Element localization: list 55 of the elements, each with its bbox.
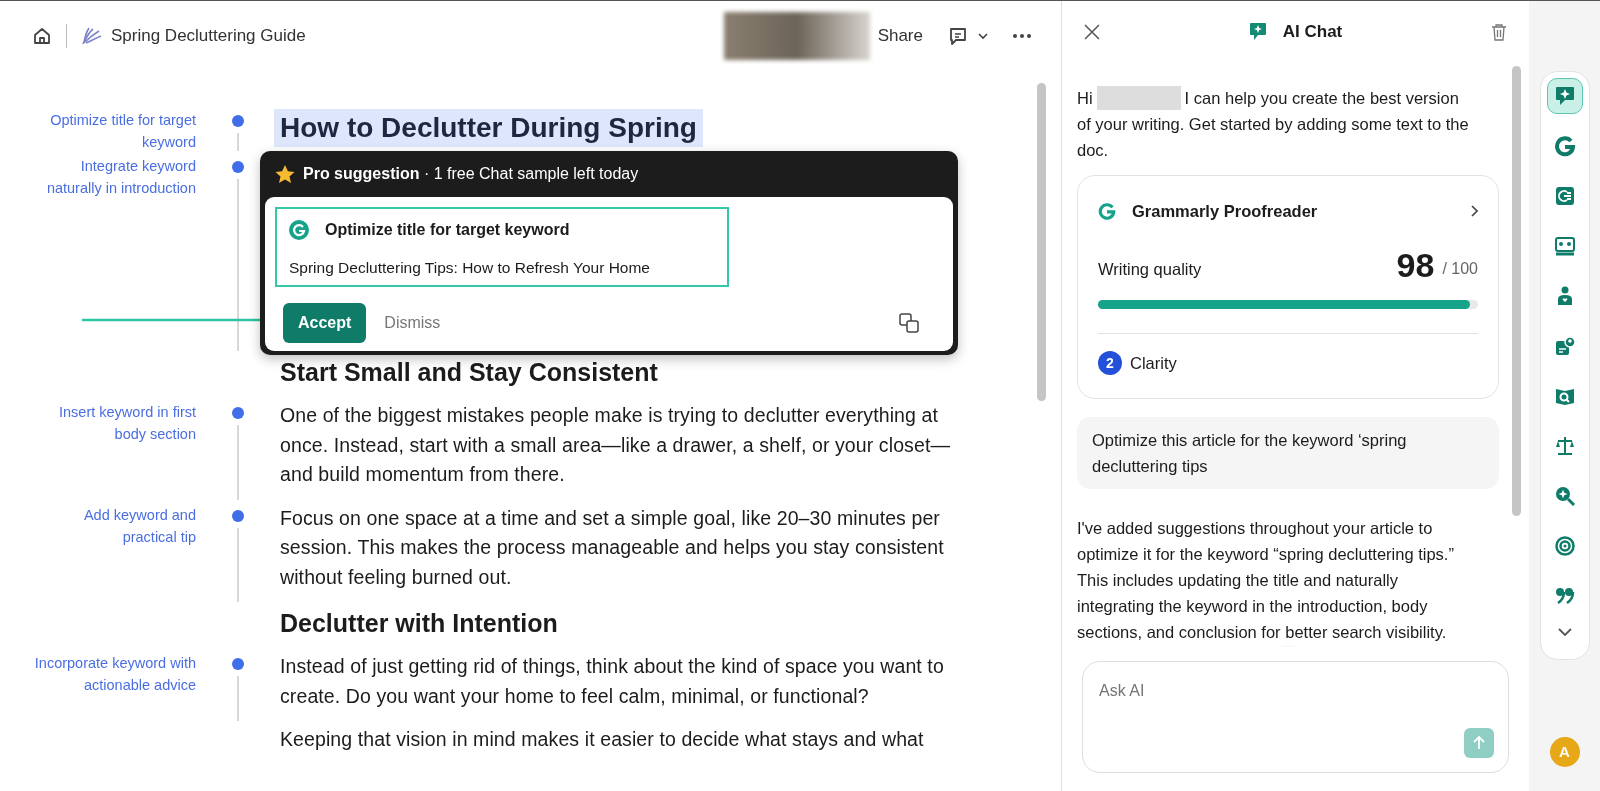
comment-icon[interactable] bbox=[947, 25, 969, 47]
document-title: Spring Decluttering Guide bbox=[111, 25, 306, 48]
up-arrow-icon bbox=[1473, 736, 1485, 750]
suggestion-note[interactable]: Optimize title for target keyword bbox=[0, 109, 196, 155]
greeting-text: I can help you create the best version bbox=[1184, 88, 1459, 109]
share-button[interactable]: Share bbox=[869, 23, 931, 49]
suggestion-dot bbox=[232, 509, 244, 522]
pro-suggestion-text: Pro suggestion · 1 free Chat sample left today bbox=[303, 164, 639, 184]
trash-icon[interactable] bbox=[1491, 23, 1507, 41]
issue-category: Clarity bbox=[1130, 353, 1177, 374]
chevron-right-icon bbox=[1470, 205, 1478, 217]
score-max: / 100 bbox=[1442, 259, 1478, 279]
assistant-message: I've added suggestions throughout your article to optimize it for the keyword “spring decluttering tips.” This includes updating the title and naturally integrating the keyword in the introduction, body sections, and conclusion for better search visibility. bbox=[1077, 518, 1455, 643]
body-paragraph: One of the biggest mistakes people make is trying to declutter everything at once. Instead, start with a small area—like a drawer, a shelf, or your closet—and build momentum from there. bbox=[280, 403, 951, 487]
suggestion-dot bbox=[232, 161, 244, 173]
star-icon bbox=[275, 164, 295, 184]
caret-icon[interactable] bbox=[977, 32, 989, 40]
suggestion-title: Optimize title for target keyword bbox=[325, 220, 570, 240]
issue-count-badge: 2 bbox=[1098, 351, 1122, 375]
scrollbar[interactable] bbox=[1037, 83, 1046, 401]
suggestion-note[interactable]: Incorporate keyword with actionable advice bbox=[0, 652, 196, 725]
document-heading: How to Declutter During Spring bbox=[274, 109, 703, 147]
suggestion-dot bbox=[232, 115, 244, 127]
g-logo-icon bbox=[1098, 202, 1116, 220]
suggestion-dot bbox=[232, 407, 244, 419]
close-icon[interactable] bbox=[1084, 24, 1100, 40]
body-paragraph: Focus on one space at a time and set a simple goal, like 20–30 minutes per session. This makes the process manageable and helps you stay consistent without feeling burned out. bbox=[280, 505, 945, 590]
sparkle-chat-icon bbox=[1248, 22, 1267, 42]
sparkle-chat-icon[interactable] bbox=[1546, 78, 1583, 114]
suggestion-box[interactable]: Optimize title for target keyword Spring Decluttering Tips: How to Refresh Your Home bbox=[275, 207, 729, 288]
home-icon[interactable] bbox=[32, 26, 52, 46]
chevron-down-icon[interactable] bbox=[1557, 628, 1572, 637]
suggestion-note[interactable]: Add keyword and practical tip bbox=[0, 503, 196, 606]
greeting-text: of your writing. Get started by adding some text to the doc. bbox=[1077, 114, 1470, 161]
body-paragraph: Instead of just getting rid of things, think about the kind of space you want to create. Do you want your home to feel calm, minimal, or functional? bbox=[280, 654, 945, 709]
g-logo-icon bbox=[289, 220, 309, 240]
suggestion-note[interactable]: Integrate keyword naturally in introduction bbox=[0, 155, 196, 355]
user-message: Optimize this article for the keyword ‘spring decluttering tips bbox=[1077, 417, 1499, 489]
body-paragraph: Keeping that vision in mind makes it easier to decide what stays and what bbox=[280, 727, 925, 752]
scrollbar[interactable] bbox=[1512, 66, 1521, 516]
dismiss-button[interactable]: Dismiss bbox=[378, 310, 447, 337]
suggestion-note[interactable]: Insert keyword in first body section bbox=[0, 401, 196, 504]
copy-icon[interactable] bbox=[899, 313, 919, 334]
proofreader-title: Grammarly Proofreader bbox=[1132, 201, 1318, 222]
accept-button[interactable]: Accept bbox=[283, 303, 367, 344]
quality-score: 98 bbox=[1396, 248, 1435, 282]
feather-logo-icon bbox=[81, 26, 103, 46]
chat-title: AI Chat bbox=[1282, 21, 1343, 44]
section-heading: Declutter with Intention bbox=[280, 608, 559, 639]
suggestion-dot bbox=[232, 658, 244, 670]
section-heading: Start Small and Stay Consistent bbox=[280, 357, 659, 388]
greeting-text: Hi bbox=[1077, 88, 1093, 109]
suggested-title-text: Spring Decluttering Tips: How to Refresh Your Home bbox=[289, 258, 651, 278]
metric-label: Writing quality bbox=[1098, 259, 1202, 280]
more-icon[interactable] bbox=[1013, 34, 1031, 38]
